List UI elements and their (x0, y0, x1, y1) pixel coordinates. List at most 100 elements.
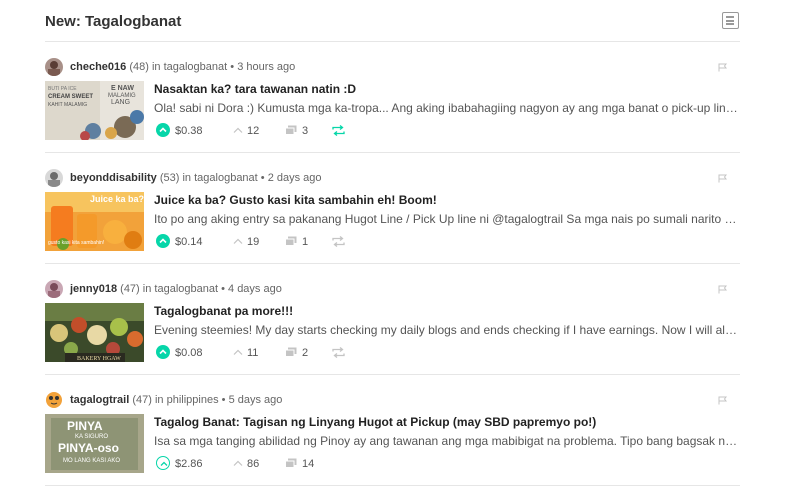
comment-count[interactable]: 2 (302, 347, 308, 359)
resteem-icon[interactable] (332, 236, 345, 247)
thumbnail-caption: BUTI PA ICE (48, 86, 77, 92)
community-link[interactable]: philippines (167, 394, 219, 406)
comment-icon (285, 347, 297, 357)
community-link[interactable]: tagalogbanat (154, 283, 218, 295)
chevron-up-icon (159, 127, 167, 133)
meta-separator: • (230, 61, 235, 73)
meta-separator: • (221, 283, 225, 295)
post-meta: tagalogtrail (47) in philippines • 5 day… (45, 391, 740, 409)
post-title[interactable]: Tagalogbanat pa more!!! (154, 304, 293, 318)
page-title: New: Tagalogbanat (45, 13, 182, 30)
flag-icon[interactable] (718, 174, 728, 183)
thumbnail-caption: KAHIT MALAMIG (48, 102, 87, 108)
upvote-button[interactable] (156, 456, 170, 470)
flag-icon[interactable] (718, 396, 728, 405)
resteem-icon[interactable] (332, 347, 345, 358)
avatar[interactable] (45, 280, 63, 298)
list-view-icon[interactable] (722, 12, 739, 29)
vote-count[interactable]: 12 (247, 125, 259, 137)
comment-count[interactable]: 1 (302, 236, 308, 248)
feed-header: New: Tagalogbanat (45, 0, 740, 42)
post-meta: beyonddisability (53) in tagalogbanat • … (45, 169, 740, 187)
thumbnail-caption: LANG (111, 99, 130, 106)
post-excerpt[interactable]: Isa sa mga tanging abilidad ng Pinoy ay … (154, 434, 739, 448)
in-label: in (142, 283, 152, 295)
author-name[interactable]: tagalogtrail (70, 394, 129, 406)
votes-icon (233, 349, 243, 355)
votes-icon (233, 460, 243, 466)
upvote-button[interactable] (156, 345, 170, 359)
author-reputation: (53) (159, 172, 180, 184)
post-time[interactable]: 5 days ago (229, 394, 283, 406)
avatar[interactable] (45, 169, 63, 187)
in-label: in (151, 61, 161, 73)
upvote-button[interactable] (156, 234, 170, 248)
in-label: in (182, 172, 192, 184)
comment-count[interactable]: 14 (302, 458, 314, 470)
payout-value[interactable]: $0.38 (175, 125, 203, 137)
thumbnail-caption: BAKERY HGAW (77, 356, 121, 362)
thumbnail-caption: E NAW (111, 85, 134, 92)
community-link[interactable]: tagalogbanat (164, 61, 228, 73)
payout-value[interactable]: $2.86 (175, 458, 203, 470)
post-card: cheche016 (48) in tagalogbanat • 3 hours… (45, 42, 740, 153)
post-title[interactable]: Nasaktan ka? tara tawanan natin :D (154, 82, 356, 96)
author-name[interactable]: jenny018 (70, 283, 117, 295)
author-reputation: (48) (129, 61, 149, 73)
author-name[interactable]: cheche016 (70, 61, 126, 73)
flag-icon[interactable] (718, 63, 728, 72)
payout-value[interactable]: $0.14 (175, 236, 203, 248)
comment-icon (285, 125, 297, 135)
post-footer: $0.38 12 3 (154, 123, 554, 139)
thumbnail-caption: PINYA (67, 419, 103, 433)
avatar[interactable] (45, 391, 63, 409)
post-footer: $2.86 86 14 (154, 456, 554, 472)
comment-icon (285, 236, 297, 246)
vote-count[interactable]: 86 (247, 458, 259, 470)
thumbnail-caption: KA SIGURO (75, 434, 108, 440)
comment-icon (285, 458, 297, 468)
thumbnail-caption: Juice ka ba? (90, 194, 144, 204)
post-footer: $0.14 19 1 (154, 234, 554, 250)
thumbnail-caption: gusto kasi kita sambahin! (48, 240, 104, 246)
post-thumbnail[interactable]: PINYA KA SIGURO PINYA-oso MO LANG KASI A… (45, 414, 144, 473)
votes-icon (233, 238, 243, 244)
upvote-button[interactable] (156, 123, 170, 137)
post-excerpt[interactable]: Ito po ang aking entry sa pakanang Hugot… (154, 212, 739, 226)
author-name[interactable]: beyonddisability (70, 172, 157, 184)
post-card: jenny018 (47) in tagalogbanat • 4 days a… (45, 264, 740, 375)
post-title[interactable]: Juice ka ba? Gusto kasi kita sambahin eh… (154, 193, 437, 207)
author-reputation: (47) (132, 394, 152, 406)
community-link[interactable]: tagalogbanat (194, 172, 258, 184)
in-label: in (154, 394, 164, 406)
thumbnail-caption: CREAM SWEET (48, 94, 93, 100)
post-time[interactable]: 4 days ago (228, 283, 282, 295)
post-excerpt[interactable]: Evening steemies! My day starts checking… (154, 323, 739, 337)
avatar[interactable] (45, 58, 63, 76)
chevron-up-icon (159, 349, 167, 355)
post-title[interactable]: Tagalog Banat: Tagisan ng Linyang Hugot … (154, 415, 596, 429)
thumbnail-caption: MO LANG KASI AKO (63, 458, 120, 464)
post-excerpt[interactable]: Ola! sabi ni Dora :) Kumusta mga ka-trop… (154, 101, 739, 115)
votes-icon (233, 127, 243, 133)
vote-count[interactable]: 19 (247, 236, 259, 248)
comment-count[interactable]: 3 (302, 125, 308, 137)
meta-separator: • (221, 394, 226, 406)
post-time[interactable]: 3 hours ago (237, 61, 295, 73)
post-meta: jenny018 (47) in tagalogbanat • 4 days a… (45, 280, 740, 298)
post-thumbnail[interactable]: E NAW MALAMIG LANG BUTI PA ICE CREAM SWE… (45, 81, 144, 140)
flag-icon[interactable] (718, 285, 728, 294)
post-thumbnail[interactable]: BAKERY HGAW (45, 303, 144, 362)
post-footer: $0.08 11 2 (154, 345, 554, 361)
post-time[interactable]: 2 days ago (268, 172, 322, 184)
post-thumbnail[interactable]: Juice ka ba? gusto kasi kita sambahin! (45, 192, 144, 251)
thumbnail-caption: PINYA-oso (58, 441, 119, 455)
author-reputation: (47) (120, 283, 140, 295)
post-card: tagalogtrail (47) in philippines • 5 day… (45, 375, 740, 486)
resteem-icon[interactable] (332, 125, 345, 136)
vote-count[interactable]: 11 (247, 347, 258, 359)
payout-value[interactable]: $0.08 (175, 347, 203, 359)
post-meta: cheche016 (48) in tagalogbanat • 3 hours… (45, 58, 740, 76)
chevron-up-icon (159, 238, 167, 244)
post-card: beyonddisability (53) in tagalogbanat • … (45, 153, 740, 264)
